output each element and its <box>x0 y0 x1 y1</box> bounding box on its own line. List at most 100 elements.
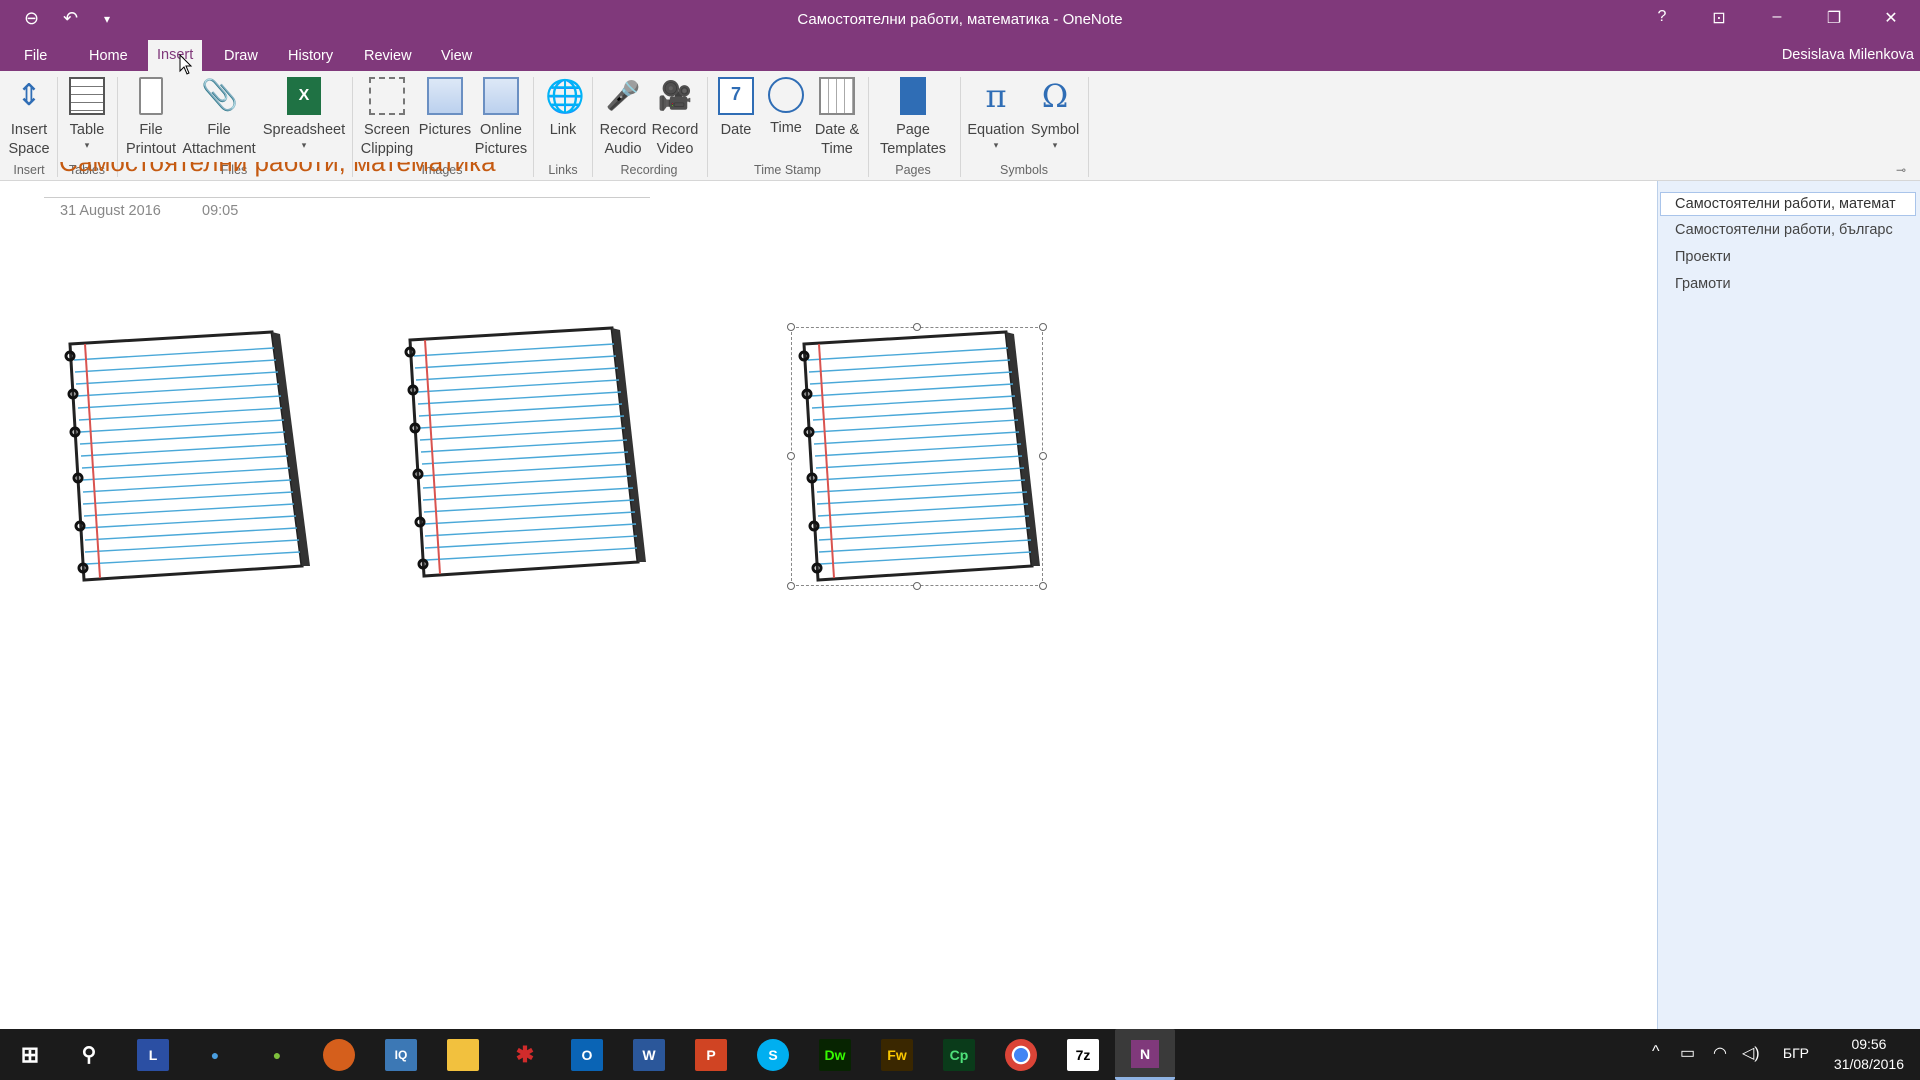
language-indicator[interactable]: БГР <box>1783 1045 1809 1061</box>
insert-space-button[interactable]: ⇕ Insert Space <box>6 77 52 159</box>
restore-icon[interactable]: ❐ <box>1819 8 1849 28</box>
app-icon[interactable]: ✱ <box>509 1039 541 1071</box>
tab-insert[interactable]: Insert <box>148 40 203 71</box>
user-name[interactable]: Desislava Milenkova <box>1782 47 1914 63</box>
app-icon[interactable]: ● <box>199 1039 231 1071</box>
battery-icon[interactable]: ▭ <box>1680 1043 1695 1063</box>
resize-handle[interactable] <box>1039 582 1047 590</box>
pictures-button[interactable]: Pictures <box>418 77 472 140</box>
page-title-underline <box>44 197 650 198</box>
file-explorer-icon[interactable] <box>447 1039 479 1071</box>
firefox-icon[interactable] <box>323 1039 355 1071</box>
date-time-label: Date & Time <box>814 122 860 157</box>
online-pictures-label: Online Pictures <box>474 122 528 157</box>
date-time-button[interactable]: Date & Time <box>811 77 863 159</box>
pin-ribbon-icon[interactable]: ⊸ <box>1896 163 1906 177</box>
spreadsheet-button[interactable]: X Spreadsheet ▾ <box>262 77 346 150</box>
record-video-label: Record Video <box>651 122 699 157</box>
file-printout-button[interactable]: File Printout <box>122 77 180 159</box>
screen-clipping-button[interactable]: Screen Clipping <box>356 77 418 159</box>
tab-history[interactable]: History <box>279 47 342 71</box>
ribbon-tabs: File Home Insert Draw History Review Vie… <box>0 40 1920 71</box>
table-button[interactable]: Table ▾ <box>63 77 111 150</box>
search-icon[interactable]: ⚲ <box>73 1039 105 1071</box>
microphone-icon: 🎤 <box>605 80 641 111</box>
word-icon[interactable]: W <box>633 1039 665 1071</box>
file-printout-icon <box>139 77 163 115</box>
chrome-icon[interactable] <box>1005 1039 1037 1071</box>
notebook-image-2[interactable] <box>400 326 650 578</box>
show-hidden-icons-icon[interactable]: ^ <box>1652 1043 1660 1061</box>
group-separator <box>707 77 708 177</box>
app-icon[interactable]: ● <box>261 1039 293 1071</box>
help-button[interactable]: ? <box>1647 8 1677 26</box>
outlook-icon[interactable]: O <box>571 1039 603 1071</box>
page-list-item[interactable]: Самостоятелни работи, българс <box>1675 222 1915 238</box>
insert-space-icon: ⇕ <box>16 79 42 112</box>
clock-date: 31/08/2016 <box>1833 1056 1904 1072</box>
page-list-item[interactable]: Самостоятелни работи, математ <box>1660 192 1916 216</box>
online-pictures-button[interactable]: Online Pictures <box>474 77 528 159</box>
clock-icon <box>768 77 804 113</box>
online-picture-icon <box>483 77 519 115</box>
group-symbols-label: Symbols <box>1000 163 1048 177</box>
camera-icon <box>369 77 405 115</box>
windows-start-icon[interactable]: ⊞ <box>14 1039 46 1071</box>
group-separator <box>960 77 961 177</box>
window-title: Самостоятелни работи, математика - OneNo… <box>797 11 1123 28</box>
taskbar: ⊞ ⚲ L ● ● IQ ✱ O W P S Dw Fw Cp 7z N ^ ▭… <box>0 1029 1920 1080</box>
page-date: 31 August 2016 <box>60 203 161 219</box>
resize-handle[interactable] <box>913 582 921 590</box>
skype-icon[interactable]: S <box>757 1039 789 1071</box>
system-clock[interactable]: 09:56 31/08/2016 <box>1834 1034 1904 1074</box>
group-separator <box>533 77 534 177</box>
tab-home[interactable]: Home <box>80 47 137 71</box>
tab-file[interactable]: File <box>15 47 56 71</box>
page-list-item[interactable]: Грамоти <box>1675 276 1915 292</box>
volume-icon[interactable]: ◁) <box>1742 1043 1760 1063</box>
onenote-icon[interactable]: N <box>1115 1029 1175 1080</box>
link-button[interactable]: 🌐 Link <box>540 77 586 140</box>
tab-view[interactable]: View <box>432 47 481 71</box>
record-video-button[interactable]: 🎥 Record Video <box>649 77 701 159</box>
powerpoint-icon[interactable]: P <box>695 1039 727 1071</box>
table-label: Table <box>69 122 105 138</box>
close-icon[interactable]: ✕ <box>1876 8 1906 28</box>
file-attachment-label: File Attachment <box>182 122 256 157</box>
time-button[interactable]: Time <box>762 77 810 138</box>
file-attachment-button[interactable]: 📎 File Attachment <box>180 77 258 159</box>
minimize-icon[interactable]: – <box>1762 8 1792 26</box>
fireworks-icon[interactable]: Fw <box>881 1039 913 1071</box>
group-time-stamp-label: Time Stamp <box>754 163 821 177</box>
dreamweaver-icon[interactable]: Dw <box>819 1039 851 1071</box>
captivate-icon[interactable]: Cp <box>943 1039 975 1071</box>
time-label: Time <box>770 120 802 136</box>
ribbon-display-options-icon[interactable]: ⊡ <box>1704 8 1734 28</box>
symbol-button[interactable]: Ω Symbol ▾ <box>1027 77 1083 150</box>
picture-icon <box>427 77 463 115</box>
equation-button[interactable]: π Equation ▾ <box>965 77 1027 150</box>
file-printout-label: File Printout <box>126 122 176 157</box>
paperclip-icon: 📎 <box>201 79 239 112</box>
tab-review[interactable]: Review <box>355 47 421 71</box>
page-list-item[interactable]: Проекти <box>1675 249 1915 265</box>
7zip-icon[interactable]: 7z <box>1067 1039 1099 1071</box>
group-recording-label: Recording <box>620 163 678 177</box>
record-audio-button[interactable]: 🎤 Record Audio <box>597 77 649 159</box>
group-insert-label: Insert <box>13 163 45 177</box>
libreoffice-icon[interactable]: L <box>137 1039 169 1071</box>
excel-icon: X <box>287 77 321 115</box>
notebook-image-3[interactable] <box>794 330 1044 582</box>
page-templates-button[interactable]: Page Templates <box>872 77 954 159</box>
chevron-down-icon: ▾ <box>1052 140 1058 150</box>
resize-handle[interactable] <box>787 582 795 590</box>
tab-draw[interactable]: Draw <box>215 47 267 71</box>
iq-icon[interactable]: IQ <box>385 1039 417 1071</box>
page-title[interactable]: Самостоятелни работи, математика <box>59 162 496 182</box>
date-button[interactable]: 7 Date <box>712 77 760 140</box>
group-separator <box>868 77 869 177</box>
notebook-image-1[interactable] <box>60 330 310 582</box>
calendar-icon: 7 <box>718 77 754 115</box>
wifi-icon[interactable]: ◠ <box>1713 1043 1727 1063</box>
calendar-clock-icon <box>819 77 855 115</box>
